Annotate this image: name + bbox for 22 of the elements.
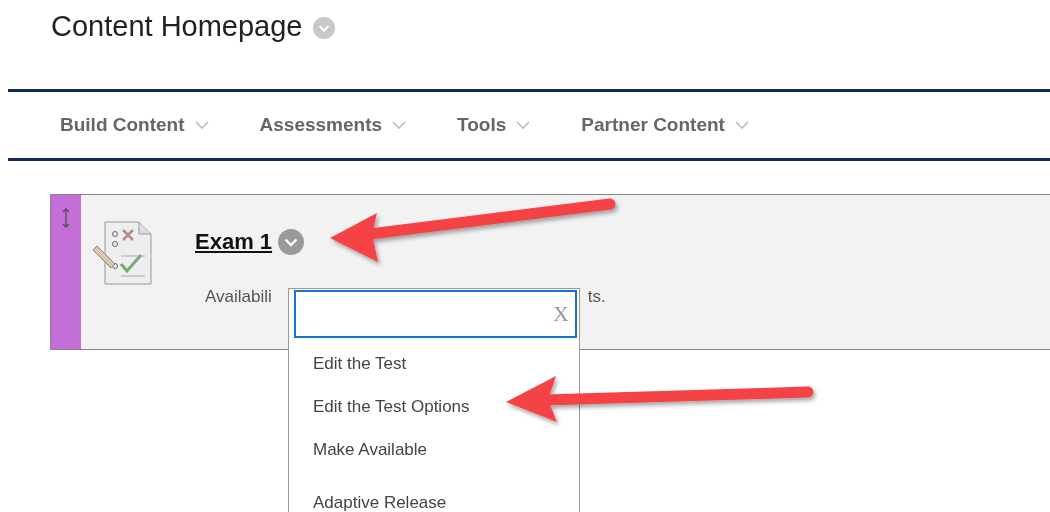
- close-button[interactable]: X: [553, 301, 569, 327]
- nav-menu-button[interactable]: Partner Content: [581, 114, 749, 136]
- nav-menu-button[interactable]: Assessments: [259, 114, 407, 136]
- menu-item[interactable]: Edit the Test Options: [289, 385, 579, 428]
- chevron-down-icon: [194, 120, 209, 130]
- menu-item[interactable]: Edit the Test: [289, 342, 579, 385]
- item-title-link[interactable]: Exam 1: [195, 229, 273, 255]
- description-text: Availabili: [205, 287, 272, 307]
- drag-handle[interactable]: [51, 195, 81, 349]
- search-field[interactable]: X: [294, 290, 577, 338]
- chevron-down-icon[interactable]: [312, 17, 335, 39]
- description-text: ts.: [587, 287, 606, 307]
- page-title: Content Homepage: [51, 9, 303, 43]
- chevron-down-icon: [392, 120, 407, 130]
- chevron-down-icon[interactable]: [278, 229, 305, 255]
- nav-menu-button[interactable]: Build Content: [60, 114, 209, 136]
- nav-menu-button[interactable]: Tools: [457, 114, 531, 136]
- move-arrows-icon[interactable]: [61, 207, 71, 229]
- chevron-down-icon: [516, 120, 531, 130]
- menu-item[interactable]: Adaptive Release: [289, 481, 579, 512]
- menu-item[interactable]: Make Available: [289, 428, 579, 471]
- chevron-down-icon: [734, 120, 749, 130]
